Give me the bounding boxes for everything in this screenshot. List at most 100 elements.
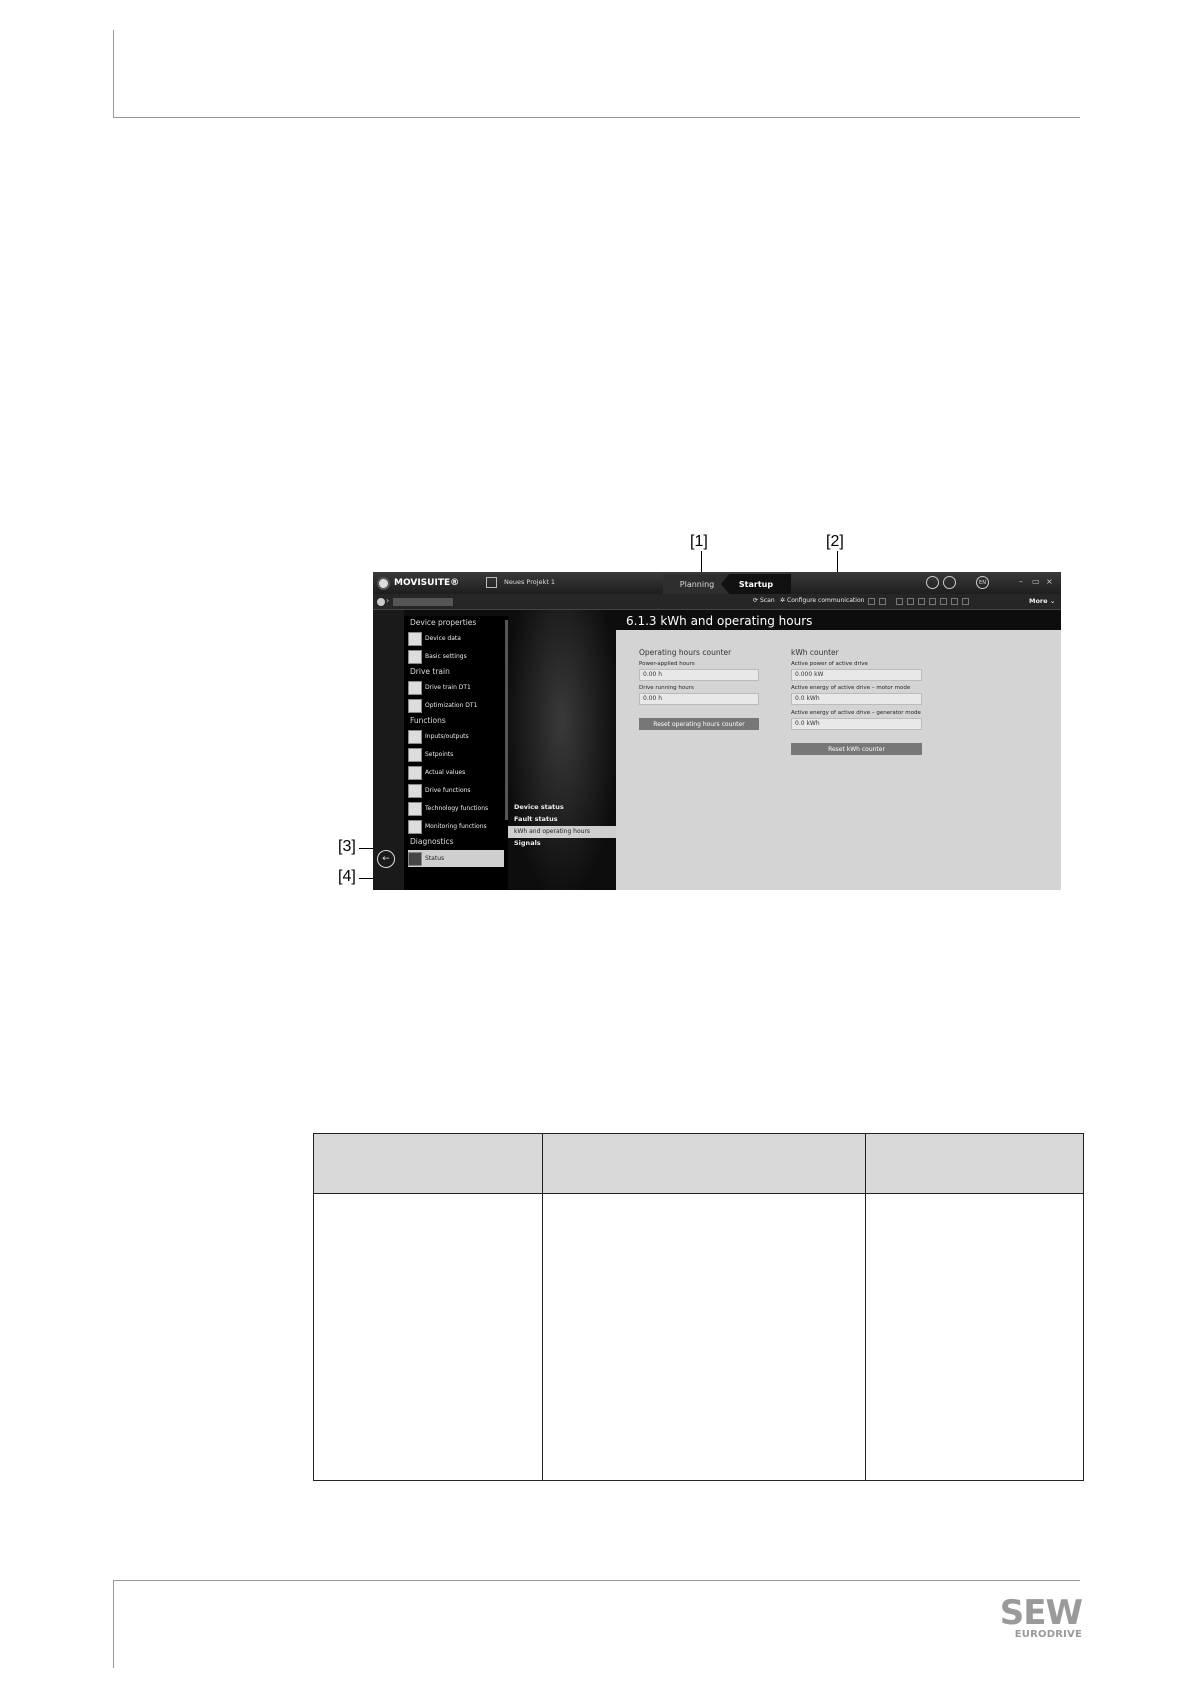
- nav-group-diagnostics: Diagnostics: [410, 837, 454, 846]
- subnav-device-status[interactable]: Device status: [514, 803, 564, 811]
- logo-top: SEW: [999, 1593, 1083, 1633]
- nav-label: Inputs/outputs: [425, 733, 469, 740]
- status-icon: [408, 851, 422, 866]
- user-icon[interactable]: [943, 576, 956, 589]
- project-icon[interactable]: [486, 577, 497, 588]
- energy-motor-field[interactable]: 0.0 kWh: [791, 693, 922, 705]
- footer-rule: [113, 1580, 1080, 1581]
- document-icon[interactable]: [962, 598, 969, 605]
- active-power-label: Active power of active drive: [791, 661, 868, 667]
- active-power-field[interactable]: 0.000 kW: [791, 669, 922, 681]
- tab-planning[interactable]: Planning: [663, 574, 731, 594]
- more-label: More: [1029, 597, 1048, 605]
- nav-item-device-data[interactable]: Device data: [408, 630, 504, 647]
- footer-margin-line: [113, 1580, 114, 1668]
- drive-running-label: Drive running hours: [639, 685, 694, 691]
- nav-item-optimization-dt1[interactable]: Optimization DT1: [408, 697, 504, 714]
- table-cell: [865, 1193, 1084, 1481]
- technology-functions-icon: [408, 801, 422, 816]
- nav-label: Device data: [425, 635, 461, 642]
- left-strip: ←: [373, 610, 404, 890]
- subnav-signals[interactable]: Signals: [514, 839, 541, 847]
- toolbar: › ⟳ Scan ✲ Configure communication More ⌄: [373, 594, 1061, 610]
- scan-button[interactable]: ⟳ Scan: [753, 597, 775, 604]
- energy-motor-label: Active energy of active drive – motor mo…: [791, 685, 911, 691]
- nav-group-drive-train: Drive train: [410, 667, 450, 676]
- reset-operating-hours-button[interactable]: Reset operating hours counter: [639, 718, 759, 730]
- network-icon[interactable]: [868, 598, 875, 605]
- copy-icon[interactable]: [907, 598, 914, 605]
- table-cell: [313, 1193, 543, 1481]
- cut-icon[interactable]: [896, 598, 903, 605]
- nav-label: Drive train DT1: [425, 684, 471, 691]
- drive-running-field[interactable]: 0.00 h: [639, 693, 759, 705]
- table-cell: [541, 1193, 867, 1481]
- configure-communication-button[interactable]: ✲ Configure communication: [780, 597, 864, 604]
- minimize-icon[interactable]: –: [1019, 577, 1023, 586]
- nav-label: Monitoring functions: [425, 823, 487, 830]
- reset-kwh-button[interactable]: Reset kWh counter: [791, 743, 922, 755]
- content-title: 6.1.3 kWh and operating hours: [626, 614, 813, 628]
- nav-item-basic-settings[interactable]: Basic settings: [408, 648, 504, 665]
- optimization-icon: [408, 698, 422, 713]
- configure-label: Configure communication: [787, 597, 865, 604]
- drive-train-icon: [408, 680, 422, 695]
- monitoring-functions-icon: [408, 819, 422, 834]
- actual-values-icon: [408, 765, 422, 780]
- delete-icon[interactable]: [929, 598, 936, 605]
- inputs-outputs-icon: [408, 729, 422, 744]
- header-rule: [113, 117, 1080, 118]
- table-header-cell: [865, 1133, 1084, 1194]
- nav-item-status[interactable]: Status: [408, 850, 504, 867]
- subnav-fault-status[interactable]: Fault status: [514, 815, 558, 823]
- app-brand: MOVISUITE®: [394, 578, 460, 588]
- nav-item-drive-train-dt1[interactable]: Drive train DT1: [408, 679, 504, 696]
- close-icon[interactable]: ×: [1046, 577, 1053, 586]
- sub-navigation-panel: Device status Fault status Signals: [508, 610, 616, 890]
- table-header-row: [313, 1133, 1084, 1194]
- nav-item-monitoring-functions[interactable]: Monitoring functions: [408, 818, 504, 835]
- nav-item-inputs-outputs[interactable]: Inputs/outputs: [408, 728, 504, 745]
- table-row: [313, 1193, 1084, 1481]
- breadcrumb-chevron-icon: ›: [386, 596, 390, 605]
- navigation-panel: Device properties Device data Basic sett…: [404, 616, 508, 890]
- nav-item-drive-functions[interactable]: Drive functions: [408, 782, 504, 799]
- nav-item-actual-values[interactable]: Actual values: [408, 764, 504, 781]
- nav-item-setpoints[interactable]: Setpoints: [408, 746, 504, 763]
- callout-3: [3]: [338, 838, 356, 855]
- tab-startup[interactable]: Startup: [721, 574, 791, 594]
- nav-group-device-properties: Device properties: [410, 618, 477, 627]
- energy-generator-label: Active energy of active drive – generato…: [791, 710, 921, 716]
- title-bar: MOVISUITE® Neues Projekt 1 Planning Star…: [373, 572, 1061, 594]
- power-applied-label: Power-applied hours: [639, 661, 695, 667]
- power-applied-field[interactable]: 0.00 h: [639, 669, 759, 681]
- language-button[interactable]: EN: [976, 576, 989, 589]
- software-screenshot: MOVISUITE® Neues Projekt 1 Planning Star…: [373, 572, 1061, 890]
- nav-label: Technology functions: [425, 805, 489, 812]
- parameter-table: [313, 1133, 1084, 1481]
- subnav-kwh-operating-hours[interactable]: kWh and operating hours: [514, 828, 590, 835]
- kwh-counter-title: kWh counter: [791, 648, 839, 657]
- home-icon[interactable]: [377, 598, 385, 606]
- undo-icon[interactable]: [940, 598, 947, 605]
- nav-item-technology-functions[interactable]: Technology functions: [408, 800, 504, 817]
- logo-mark-icon: [377, 576, 390, 590]
- redo-icon[interactable]: [951, 598, 958, 605]
- device-icon[interactable]: [926, 576, 939, 589]
- person-icon[interactable]: [879, 598, 886, 605]
- maximize-icon[interactable]: ▭: [1032, 577, 1040, 586]
- project-name: Neues Projekt 1: [504, 578, 556, 586]
- refresh-icon: ⟳: [753, 597, 759, 604]
- nav-label: Setpoints: [425, 751, 454, 758]
- scan-label: Scan: [760, 597, 775, 604]
- back-arrow-icon[interactable]: ←: [377, 850, 395, 868]
- nav-label: Basic settings: [425, 653, 467, 660]
- paste-icon[interactable]: [918, 598, 925, 605]
- energy-generator-field[interactable]: 0.0 kWh: [791, 718, 922, 730]
- callout-2: [2]: [826, 533, 844, 550]
- callout-1: [1]: [690, 533, 708, 550]
- app-logo: MOVISUITE®: [377, 575, 459, 591]
- more-menu[interactable]: More ⌄: [1029, 597, 1055, 605]
- sew-eurodrive-logo: SEW EURODRIVE: [998, 1593, 1083, 1640]
- breadcrumb-device[interactable]: [393, 598, 453, 606]
